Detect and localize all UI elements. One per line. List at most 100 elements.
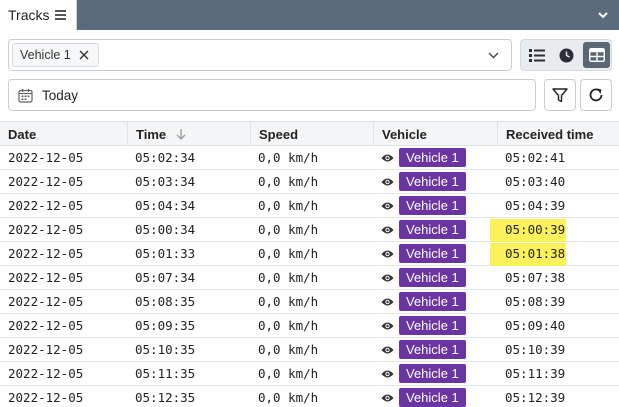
speed-cell: 0,0 km/h [258,342,319,357]
list-view-button[interactable] [523,42,550,68]
tab-tracks[interactable]: Tracks [0,0,77,30]
speed-cell: 0,0 km/h [258,222,319,237]
received-time-cell: 05:10:39 [505,342,566,357]
history-view-button[interactable] [553,42,580,68]
vehicle-chip-label: Vehicle 1 [20,48,71,62]
speed-cell: 0,0 km/h [258,150,319,165]
table-row[interactable]: 2022-12-05 05:08:35 0,0 km/h Vehicle 1 05:08… [0,290,619,314]
column-header-received-time[interactable]: Received time [497,122,619,146]
eye-icon[interactable] [381,249,394,259]
vehicle-badge[interactable]: Vehicle 1 [399,268,466,287]
time-cell: 05:12:35 [135,390,196,405]
received-time-cell: 05:02:41 [505,150,566,165]
filter-icon [552,87,568,102]
table-header: Date Time Speed Vehicle Received time [0,121,619,146]
table-row[interactable]: 2022-12-05 05:04:34 0,0 km/h Vehicle 1 05:04… [0,194,619,218]
time-cell: 05:01:33 [135,246,196,261]
eye-icon[interactable] [381,297,394,307]
vehicle-badge[interactable]: Vehicle 1 [399,244,466,263]
table-row[interactable]: 2022-12-05 05:01:33 0,0 km/h Vehicle 1 05:01… [0,242,619,266]
time-cell: 05:10:35 [135,342,196,357]
vehicle-cell: Vehicle 1 [373,314,497,337]
eye-icon[interactable] [381,273,394,283]
date-cell: 2022-12-05 [8,150,84,165]
eye-icon[interactable] [381,201,394,211]
table-row[interactable]: 2022-12-05 05:12:35 0,0 km/h Vehicle 1 05:12… [0,386,619,407]
vehicle-cell: Vehicle 1 [373,386,497,407]
eye-icon[interactable] [381,225,394,235]
vehicle-badge[interactable]: Vehicle 1 [399,196,466,215]
eye-icon[interactable] [381,369,394,379]
eye-icon[interactable] [381,345,394,355]
column-header-speed[interactable]: Speed [250,122,373,146]
table-row[interactable]: 2022-12-05 05:11:35 0,0 km/h Vehicle 1 05:11… [0,362,619,386]
speed-cell: 0,0 km/h [258,390,319,405]
refresh-button[interactable] [580,79,612,111]
table-body: 2022-12-05 05:02:34 0,0 km/h Vehicle 1 05:02… [0,146,619,407]
column-header-time[interactable]: Time [127,122,250,146]
vehicle-badge[interactable]: Vehicle 1 [399,364,466,383]
chevron-down-icon[interactable] [597,9,609,21]
table-row[interactable]: 2022-12-05 05:10:35 0,0 km/h Vehicle 1 05:10… [0,338,619,362]
vehicle-cell: Vehicle 1 [373,338,497,361]
table-view-button[interactable] [583,42,610,68]
eye-icon[interactable] [381,177,394,187]
close-icon[interactable] [78,49,90,61]
vehicle-badge[interactable]: Vehicle 1 [399,316,466,335]
vehicle-badge[interactable]: Vehicle 1 [399,340,466,359]
date-range-select[interactable]: Today [8,79,536,111]
date-cell: 2022-12-05 [8,318,84,333]
chevron-down-icon[interactable] [488,51,499,60]
column-header-vehicle[interactable]: Vehicle [373,122,497,146]
received-time-cell: 05:11:39 [505,366,566,381]
vehicle-badge[interactable]: Vehicle 1 [399,388,466,407]
table-row[interactable]: 2022-12-05 05:03:34 0,0 km/h Vehicle 1 05:03… [0,170,619,194]
speed-cell: 0,0 km/h [258,246,319,261]
view-toggle [520,39,612,71]
time-cell: 05:08:35 [135,294,196,309]
eye-icon[interactable] [381,393,394,403]
table-icon [588,48,605,62]
received-time-cell: 05:00:39 [505,222,566,237]
table-row[interactable]: 2022-12-05 05:09:35 0,0 km/h Vehicle 1 05:09… [0,314,619,338]
time-cell: 05:03:34 [135,174,196,189]
eye-icon[interactable] [381,321,394,331]
received-time-cell: 05:04:39 [505,198,566,213]
vehicle-badge[interactable]: Vehicle 1 [399,220,466,239]
time-cell: 05:02:34 [135,150,196,165]
list-icon [528,48,545,62]
date-range-label: Today [42,88,79,103]
speed-cell: 0,0 km/h [258,294,319,309]
hamburger-icon[interactable] [55,10,66,20]
vehicle-cell: Vehicle 1 [373,170,497,193]
speed-cell: 0,0 km/h [258,366,319,381]
clock-icon [559,48,574,62]
vehicle-badge[interactable]: Vehicle 1 [399,292,466,311]
vehicle-cell: Vehicle 1 [373,266,497,289]
column-header-date[interactable]: Date [0,122,127,146]
vehicle-cell: Vehicle 1 [373,362,497,385]
date-cell: 2022-12-05 [8,294,84,309]
vehicle-cell: Vehicle 1 [373,290,497,313]
date-cell: 2022-12-05 [8,342,84,357]
vehicle-badge[interactable]: Vehicle 1 [399,148,466,167]
eye-icon[interactable] [381,153,394,163]
tracks-table: Date Time Speed Vehicle Received time 20… [0,121,619,407]
calendar-icon [18,89,33,103]
date-cell: 2022-12-05 [8,366,84,381]
table-row[interactable]: 2022-12-05 05:02:34 0,0 km/h Vehicle 1 05:02… [0,146,619,170]
vehicle-select[interactable]: Vehicle 1 [8,39,512,71]
date-cell: 2022-12-05 [8,270,84,285]
table-row[interactable]: 2022-12-05 05:00:34 0,0 km/h Vehicle 1 05:00… [0,218,619,242]
received-time-cell: 05:03:40 [505,174,566,189]
table-row[interactable]: 2022-12-05 05:07:34 0,0 km/h Vehicle 1 05:07… [0,266,619,290]
time-cell: 05:07:34 [135,270,196,285]
date-cell: 2022-12-05 [8,246,84,261]
filter-button[interactable] [544,79,576,111]
panel-header: Tracks [0,0,619,30]
date-cell: 2022-12-05 [8,198,84,213]
vehicle-badge[interactable]: Vehicle 1 [399,172,466,191]
time-cell: 05:04:34 [135,198,196,213]
received-time-cell: 05:01:38 [505,246,566,261]
refresh-icon [589,88,603,102]
